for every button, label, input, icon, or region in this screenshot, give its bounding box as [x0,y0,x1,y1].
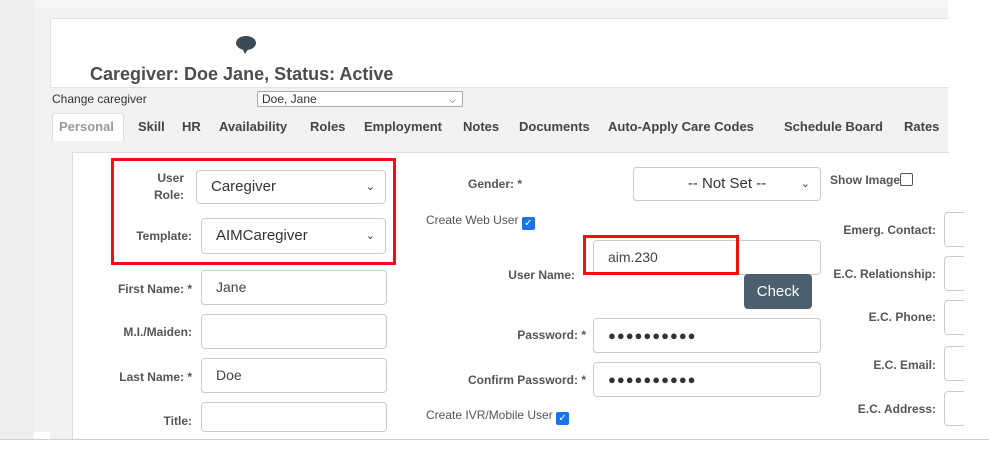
user-name-label: User Name: [508,268,575,282]
create-ivr-user-label: Create IVR/Mobile User [426,408,553,422]
user-role-label: User Role: [120,170,184,204]
create-web-user-checkbox[interactable]: ✓ [521,217,535,230]
tab-documents[interactable]: Documents [519,113,590,141]
page-title: Caregiver: Doe Jane, Status: Active [90,64,394,84]
ec-address-label: E.C. Address: [857,402,936,416]
tab-skill[interactable]: Skill [138,113,165,141]
top-band [34,0,948,8]
create-ivr-user-checkbox[interactable]: ✓ [556,412,570,425]
page: Caregiver: Doe Jane, Status: Active Chan… [0,0,989,465]
tab-auto-apply-care-codes[interactable]: Auto-Apply Care Codes [608,113,754,141]
gender-select[interactable]: -- Not Set -- ⌄ [633,167,821,201]
tab-rates[interactable]: Rates [904,113,940,141]
create-web-user-row: Create Web User ✓ [426,213,535,230]
confirm-password-label: Confirm Password: * [467,373,586,387]
chevron-down-icon: ⌄ [800,178,810,190]
chevron-down-icon: ⌵ [449,95,456,105]
tab-roles[interactable]: Roles [310,113,346,141]
ec-phone-label: E.C. Phone: [868,310,936,324]
chevron-down-icon: ⌄ [365,181,375,193]
show-image-checkbox[interactable] [900,173,914,186]
user-role-value: Caregiver [211,178,277,195]
ec-email-label: E.C. Email: [873,358,936,372]
confirm-password-input[interactable]: ●●●●●●●●●● [593,362,821,397]
change-caregiver-label: Change caregiver [52,92,147,106]
chevron-down-icon: ⌄ [365,230,375,242]
tab-schedule-board[interactable]: Schedule Board [784,113,883,141]
template-select[interactable]: AIMCaregiver ⌄ [201,218,386,254]
chat-bubble-icon[interactable] [236,36,256,54]
show-image-row: Show Image [830,173,914,187]
first-name-input[interactable]: Jane [201,270,387,305]
mi-maiden-label: M.I./Maiden: [123,325,192,339]
user-role-select[interactable]: Caregiver ⌄ [196,170,386,204]
caregiver-select-value: Doe, Jane [262,92,317,106]
chat-bubble-tail [242,48,249,54]
password-label: Password: * [517,328,586,342]
check-button[interactable]: Check [744,274,812,309]
tab-availability[interactable]: Availability [219,113,288,141]
template-value: AIMCaregiver [216,227,308,244]
ec-email-input[interactable] [944,346,964,381]
user-role-label-line1: User [157,171,184,185]
ec-relationship-input[interactable] [944,256,964,291]
ec-address-input[interactable] [944,391,964,426]
create-ivr-user-row: Create IVR/Mobile User ✓ [426,408,570,425]
last-name-input[interactable]: Doe [201,358,387,393]
first-name-label: First Name: * [117,282,192,296]
password-input[interactable]: ●●●●●●●●●● [593,318,821,353]
tab-employment[interactable]: Employment [364,113,443,141]
template-label: Template: [136,229,192,243]
create-web-user-label: Create Web User [426,213,519,227]
emerg-contact-label: Emerg. Contact: [843,223,936,237]
emerg-contact-input[interactable] [944,212,964,247]
gender-value: -- Not Set -- [687,175,767,192]
highlight-box-user-name [583,235,739,275]
ec-phone-input[interactable] [944,300,964,335]
last-name-label: Last Name: * [119,370,192,384]
caregiver-select[interactable]: Doe, Jane ⌵ [257,91,463,107]
title-label: Title: [163,414,192,428]
bottom-margin [0,440,989,465]
gender-label: Gender: * [467,177,522,191]
ec-relationship-label: E.C. Relationship: [833,267,936,281]
tab-notes[interactable]: Notes [463,113,500,141]
title-input[interactable] [201,402,387,432]
tab-hr[interactable]: HR [182,113,201,141]
left-gutter [0,0,34,440]
user-role-label-line2: Role: [154,188,184,202]
mi-maiden-input[interactable] [201,314,387,349]
tab-personal[interactable]: Personal [52,113,124,141]
show-image-label: Show Image [830,173,901,187]
